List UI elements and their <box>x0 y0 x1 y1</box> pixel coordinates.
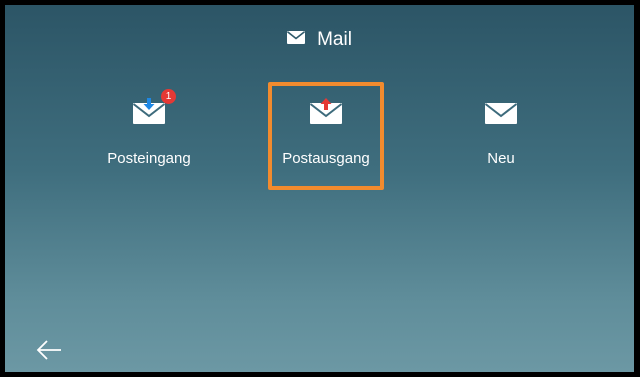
back-arrow-icon[interactable] <box>35 339 63 361</box>
mail-screen: Mail 1 Posteingang Postausgang Neu <box>5 5 634 372</box>
tile-postausgang[interactable]: Postausgang <box>268 82 384 190</box>
envelope-icon <box>287 31 306 49</box>
page-title: Mail <box>317 29 352 50</box>
unread-badge: 1 <box>161 89 176 104</box>
new-envelope-icon <box>484 97 518 125</box>
tile-label: Posteingang <box>107 150 191 167</box>
tile-label: Postausgang <box>282 150 370 167</box>
header: Mail <box>5 27 634 53</box>
outbox-envelope-icon <box>309 97 343 125</box>
inbox-envelope-icon: 1 <box>132 89 176 125</box>
tile-neu[interactable]: Neu <box>443 82 559 190</box>
tile-label: Neu <box>487 150 515 167</box>
tile-posteingang[interactable]: 1 Posteingang <box>91 82 207 190</box>
